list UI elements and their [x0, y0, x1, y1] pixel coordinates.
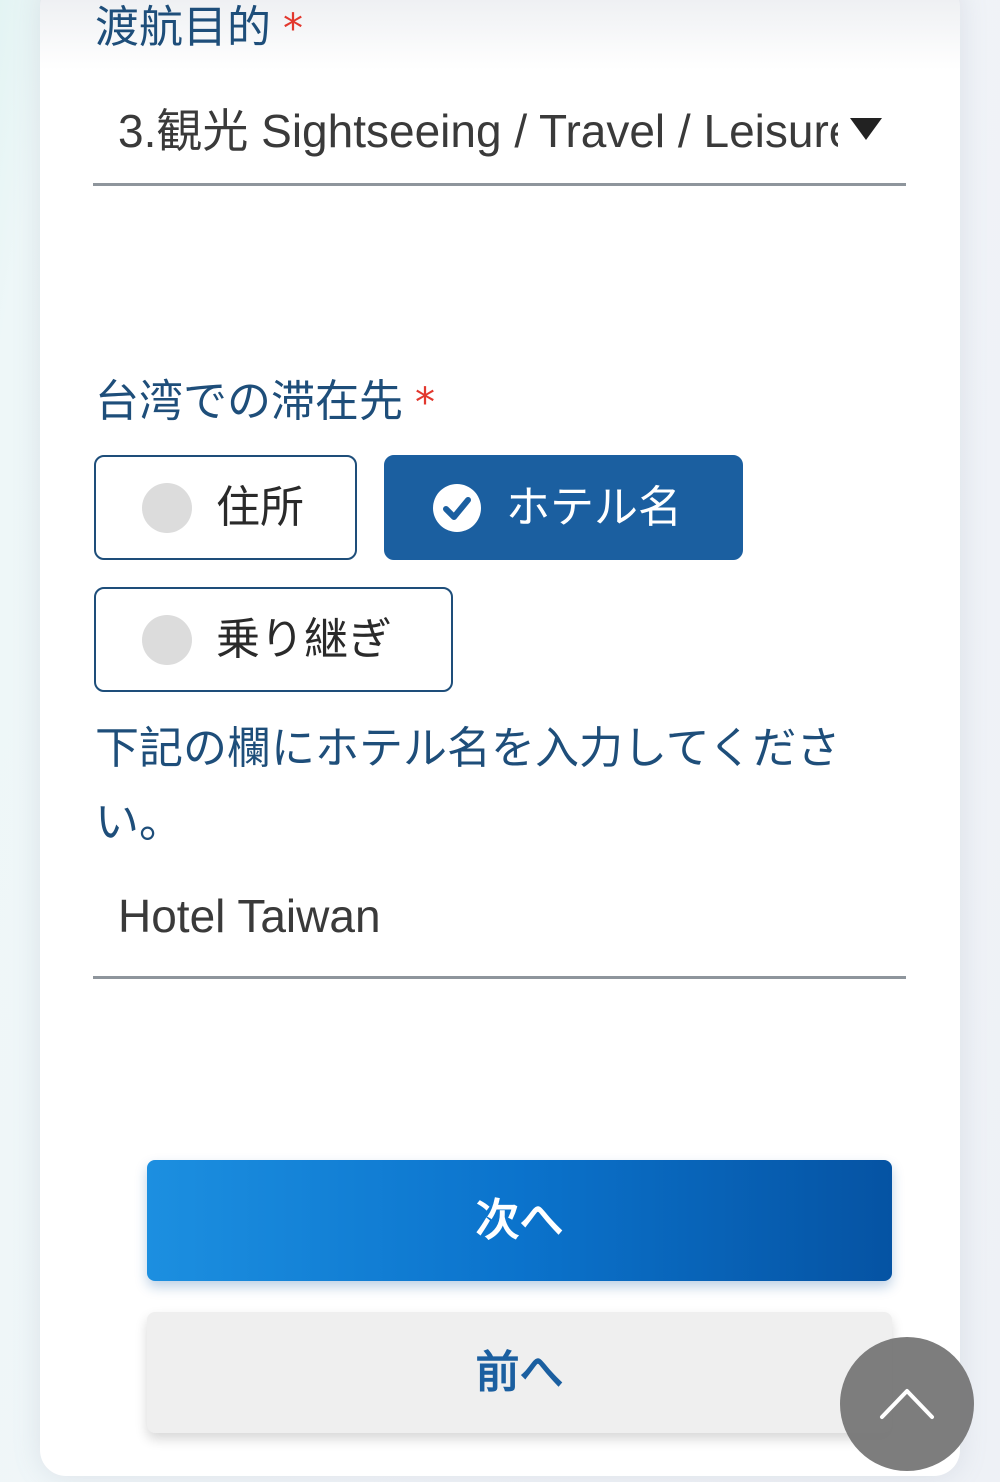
chevron-up-icon: [880, 1389, 934, 1419]
purpose-label: 渡航目的 *: [95, 6, 303, 50]
stay-option-transit[interactable]: 乗り継ぎ: [94, 587, 453, 692]
check-circle-icon: [433, 483, 481, 532]
stay-option-address-label: 住所: [216, 481, 304, 533]
stay-label-text: 台湾での滞在先: [95, 376, 403, 427]
prev-button[interactable]: 前へ: [147, 1312, 892, 1433]
caret-down-icon: [850, 118, 882, 140]
stay-option-hotel[interactable]: ホテル名: [384, 455, 743, 560]
purpose-label-text: 渡航目的: [95, 2, 271, 53]
required-mark: *: [415, 380, 435, 426]
hotel-name-field[interactable]: [93, 862, 906, 979]
hotel-name-input[interactable]: [118, 884, 878, 948]
radio-circle-icon: [142, 614, 192, 665]
stay-label: 台湾での滞在先 *: [95, 380, 435, 424]
next-button[interactable]: 次へ: [147, 1160, 892, 1281]
stay-option-address[interactable]: 住所: [94, 455, 357, 560]
required-mark: *: [283, 6, 303, 52]
stay-option-hotel-label: ホテル名: [506, 481, 682, 533]
scroll-top-button[interactable]: [840, 1337, 974, 1471]
purpose-select[interactable]: 3.観光 Sightseeing / Travel / Leisure: [93, 90, 906, 186]
purpose-select-value: 3.観光 Sightseeing / Travel / Leisure: [118, 105, 838, 157]
radio-circle-icon: [142, 482, 192, 533]
stay-option-transit-label: 乗り継ぎ: [216, 613, 392, 665]
hotel-instruction: 下記の欄にホテル名を入力してください。: [95, 723, 841, 848]
